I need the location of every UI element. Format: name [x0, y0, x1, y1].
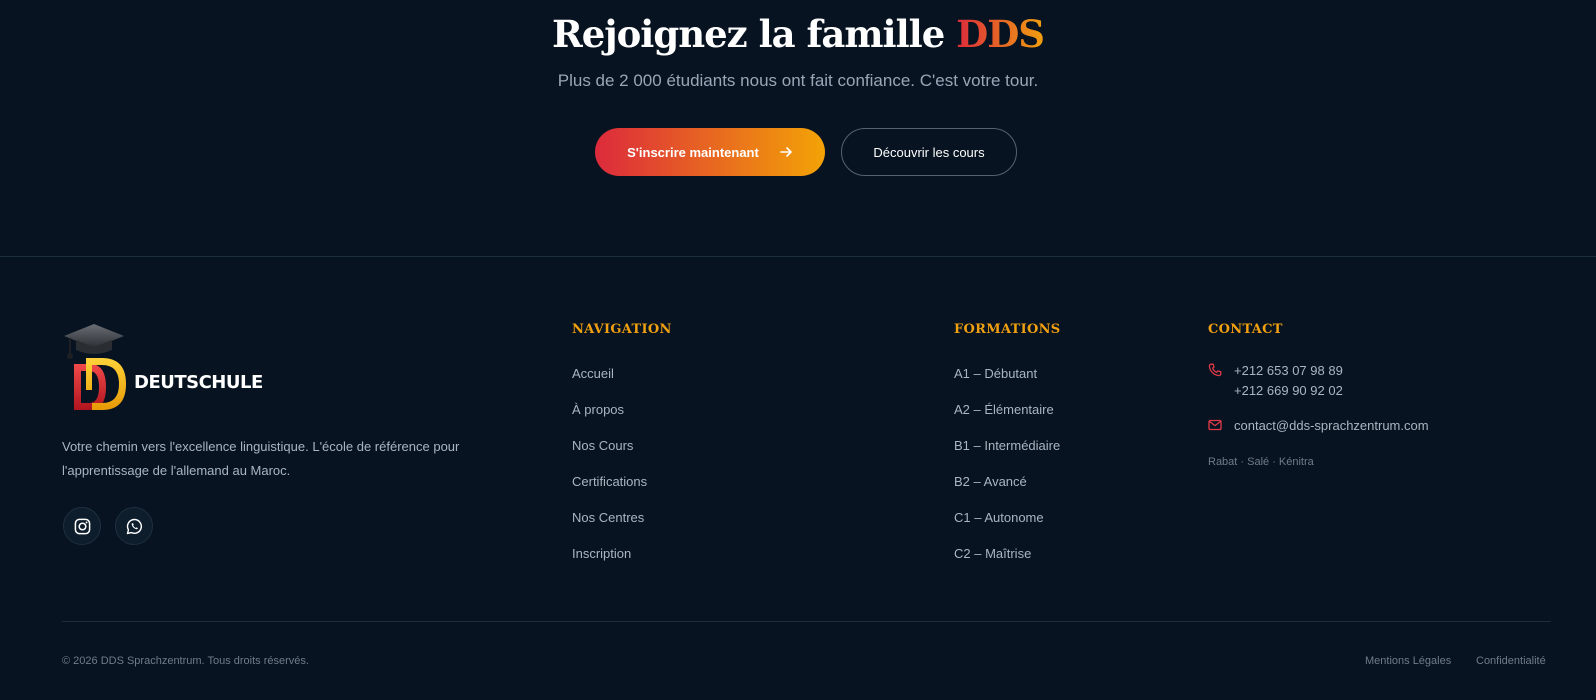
nav-link-nos-cours[interactable]: Nos Cours: [572, 436, 647, 472]
logo-mark: [64, 324, 126, 410]
discover-courses-button[interactable]: Découvrir les cours: [841, 128, 1017, 176]
contact-email-row: contact@dds-sprachzentrum.com: [1208, 416, 1429, 438]
formations-list: A1 – Débutant A2 – Élémentaire B1 – Inte…: [954, 364, 1060, 580]
nav-link-nos-centres[interactable]: Nos Centres: [572, 508, 647, 544]
nav-link-inscription[interactable]: Inscription: [572, 544, 647, 580]
formation-link-c2[interactable]: C2 – Maîtrise: [954, 544, 1060, 580]
whatsapp-icon: [126, 518, 142, 534]
cta-title: Rejoignez la famille DDS: [0, 8, 1596, 60]
instagram-icon: [74, 518, 90, 534]
register-now-button[interactable]: S'inscrire maintenant: [595, 128, 825, 176]
about-text: Votre chemin vers l'excellence linguisti…: [62, 439, 460, 478]
phone-icon: [1208, 361, 1222, 401]
copyright: © 2026 DDS Sprachzentrum. Tous droits ré…: [62, 655, 309, 667]
cta-title-text: Rejoignez la famille: [551, 12, 957, 56]
nav-link-certifications[interactable]: Certifications: [572, 472, 647, 508]
formations-title: FORMATIONS: [954, 322, 1061, 337]
phone-numbers: +212 653 07 98 89 +212 669 90 92 02: [1234, 361, 1343, 401]
cta-title-brand: DDS: [956, 12, 1045, 56]
discover-courses-label: Découvrir les cours: [873, 144, 985, 160]
logo-wordmark: DEUTSCHULE: [134, 372, 263, 393]
instagram-button[interactable]: [63, 507, 101, 545]
register-now-label: S'inscrire maintenant: [627, 144, 759, 160]
contact-title: CONTACT: [1208, 322, 1283, 337]
privacy-link[interactable]: Confidentialité: [1476, 655, 1546, 667]
nav-link-accueil[interactable]: Accueil: [572, 364, 647, 400]
formation-link-a1[interactable]: A1 – Débutant: [954, 364, 1060, 400]
legal-notice-link[interactable]: Mentions Légales: [1365, 655, 1451, 667]
formation-link-b1[interactable]: B1 – Intermédiaire: [954, 436, 1060, 472]
footer-divider: [62, 621, 1551, 622]
cta-subtitle: Plus de 2 000 étudiants nous ont fait co…: [557, 71, 1039, 90]
cta-section: Rejoignez la famille DDS Plus de 2 000 é…: [0, 0, 1596, 256]
section-divider: [0, 256, 1596, 257]
contact-phones: +212 653 07 98 89 +212 669 90 92 02: [1208, 361, 1343, 401]
nav-link-a-propos[interactable]: À propos: [572, 400, 647, 436]
arrow-right-icon: [780, 147, 792, 157]
navigation-list: Accueil À propos Nos Cours Certification…: [572, 364, 647, 580]
mail-icon: [1208, 416, 1222, 438]
contact-email[interactable]: contact@dds-sprachzentrum.com: [1234, 416, 1429, 438]
formation-link-a2[interactable]: A2 – Élémentaire: [954, 400, 1060, 436]
contact-cities: Rabat · Salé · Kénitra: [1208, 456, 1314, 468]
logo[interactable]: DEUTSCHULE: [62, 320, 272, 416]
navigation-title: NAVIGATION: [572, 322, 672, 337]
whatsapp-button[interactable]: [115, 507, 153, 545]
phone-number-2[interactable]: +212 669 90 92 02: [1234, 381, 1343, 401]
page: Rejoignez la famille DDS Plus de 2 000 é…: [0, 0, 1596, 700]
formation-link-c1[interactable]: C1 – Autonome: [954, 508, 1060, 544]
formation-link-b2[interactable]: B2 – Avancé: [954, 472, 1060, 508]
phone-number-1[interactable]: +212 653 07 98 89: [1234, 361, 1343, 381]
